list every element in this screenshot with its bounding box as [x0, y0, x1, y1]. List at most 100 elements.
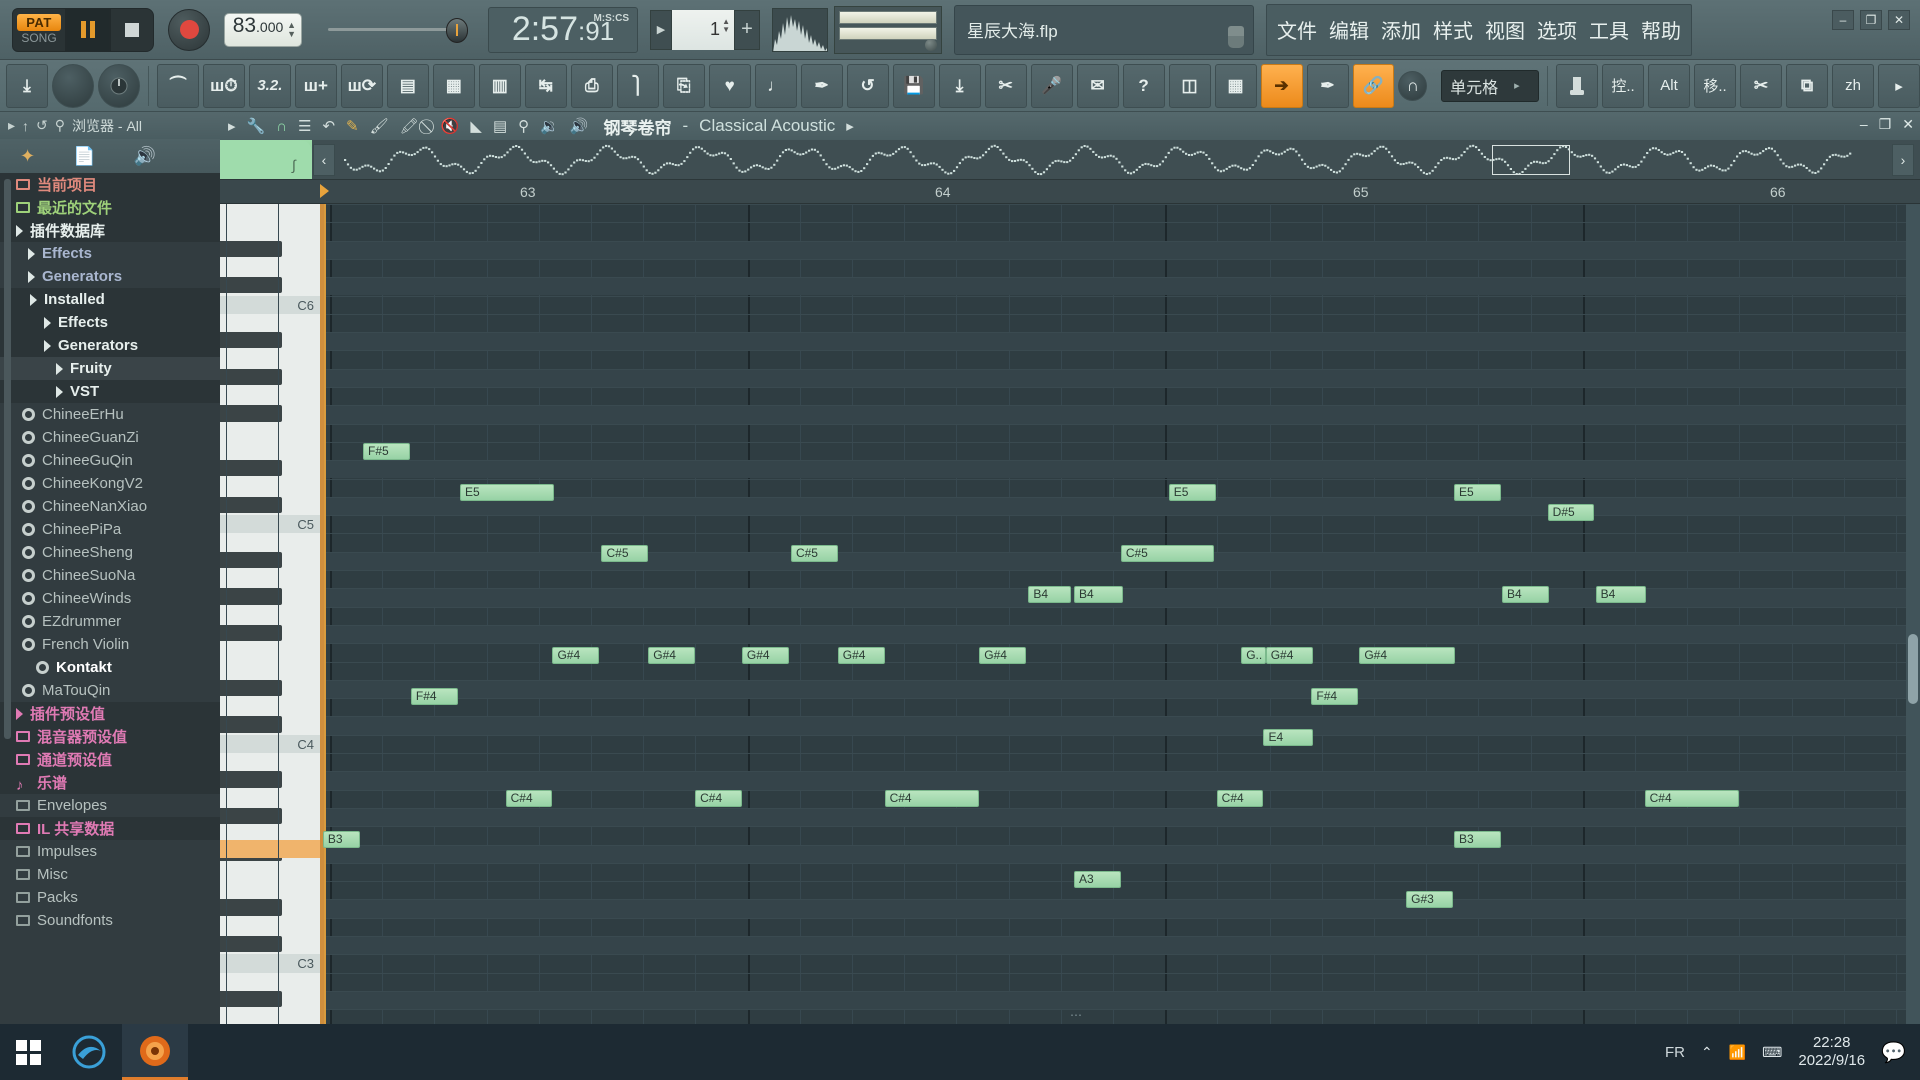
piano-roll-note[interactable]: E5: [1168, 483, 1216, 501]
browser-item-chineesuona[interactable]: ChineeSuoNa: [0, 564, 220, 587]
play-pause-button[interactable]: [66, 7, 110, 52]
magnet-icon[interactable]: ∩: [1398, 70, 1428, 101]
zoom-icon[interactable]: ⚲: [518, 117, 529, 135]
piano-roll-note[interactable]: C#4: [505, 789, 553, 808]
export-icon[interactable]: ⤓: [938, 63, 981, 108]
taskbar-app-flstudio[interactable]: [122, 1024, 188, 1080]
piano-key[interactable]: [220, 277, 320, 295]
stop-button[interactable]: [110, 7, 154, 52]
browser-item-generators[interactable]: Generators: [0, 334, 220, 357]
playlist-icon[interactable]: ▤: [386, 63, 429, 108]
piano-key-black[interactable]: [220, 771, 282, 788]
pattern-add-button[interactable]: +: [734, 9, 760, 50]
piano-key[interactable]: C3: [220, 954, 320, 973]
piano-roll-note[interactable]: F#4: [410, 687, 458, 706]
maximize-button[interactable]: ❐: [1860, 10, 1882, 30]
select-icon[interactable]: ▤: [493, 117, 507, 135]
piano-key[interactable]: [220, 588, 320, 606]
menu-item-edit[interactable]: 编辑: [1329, 15, 1369, 44]
piano-key[interactable]: [220, 240, 320, 259]
pencil-icon[interactable]: ✒: [800, 63, 843, 108]
plugin-picker-icon[interactable]: ⎫: [616, 63, 659, 108]
piano-roll-note[interactable]: G#4: [979, 646, 1027, 665]
piano-key[interactable]: [220, 899, 320, 917]
browser-item-chineesheng[interactable]: ChineeSheng: [0, 541, 220, 564]
slice-icon[interactable]: ◣: [470, 117, 482, 135]
piano-roll-note[interactable]: B3: [322, 831, 360, 849]
piano-key-black[interactable]: [220, 588, 282, 605]
piano-key[interactable]: [220, 551, 320, 570]
piano-key[interactable]: [220, 350, 320, 368]
piano-key[interactable]: [220, 1009, 320, 1024]
piano-roll-note[interactable]: G#4: [837, 646, 885, 665]
note-grid[interactable]: F#5 E5 E5 E5 D#5 C#5 C#5 C#5 B4 B4 B4 B4 G#4 G#4 G#4 G#…: [225, 204, 1920, 1024]
window-layout-icon[interactable]: ◫: [1168, 63, 1211, 108]
wrench-icon[interactable]: 🔧: [247, 117, 266, 135]
resize-handle[interactable]: ⋯: [1070, 1008, 1084, 1022]
browser-item-soundfonts[interactable]: Soundfonts: [0, 909, 220, 932]
piano-roll-note[interactable]: G..: [1241, 646, 1266, 665]
meter-knob-icon[interactable]: [925, 38, 937, 51]
move-button[interactable]: 移..: [1694, 63, 1737, 108]
tempo-tap-icon[interactable]: ♩: [754, 63, 797, 108]
piano-key[interactable]: [220, 698, 320, 716]
menu-item-add[interactable]: 添加: [1381, 15, 1421, 44]
playhead-marker-icon[interactable]: [320, 184, 329, 198]
mixer-icon[interactable]: ↹: [524, 63, 567, 108]
keyboard-icon[interactable]: ⌨: [1762, 1044, 1782, 1061]
browser-item-effects[interactable]: Effects: [0, 242, 220, 265]
browser-item-generators[interactable]: Generators: [0, 265, 220, 288]
pattern-number-field[interactable]: 1 ▲ ▼: [672, 9, 734, 50]
pattern-menu-arrow[interactable]: ▶: [650, 9, 672, 50]
paint-icon[interactable]: 🖌: [370, 117, 389, 135]
piano-key[interactable]: [220, 368, 320, 387]
piano-key[interactable]: [220, 570, 320, 588]
piano-roll-title-caret-icon[interactable]: ▸: [846, 117, 854, 135]
menu-item-file[interactable]: 文件: [1277, 15, 1317, 44]
piano-key[interactable]: [220, 405, 320, 423]
cut-icon[interactable]: ✂: [984, 63, 1027, 108]
piano-roll-note[interactable]: C#5: [1120, 544, 1215, 562]
piano-key-black[interactable]: [220, 368, 282, 385]
language-button[interactable]: zh: [1832, 63, 1874, 108]
piano-roll-note[interactable]: G#4: [552, 646, 600, 665]
browser-item-fruity[interactable]: Fruity: [0, 357, 220, 380]
piano-roll-note[interactable]: E5: [459, 483, 554, 501]
piano-roll-ruler[interactable]: 63 64 65 66: [220, 180, 1920, 204]
browser-item-ezdrummer[interactable]: EZdrummer: [0, 610, 220, 633]
piano-roll-note[interactable]: C#4: [695, 789, 742, 808]
overview-scroll-left-button[interactable]: ‹: [313, 144, 335, 176]
piano-key[interactable]: [220, 479, 320, 497]
browser-search-icon[interactable]: ⚲: [55, 117, 65, 134]
browser-scrollbar[interactable]: [4, 179, 11, 739]
piano-key-black[interactable]: [220, 936, 282, 953]
taskbar-clock[interactable]: 22:28 2022/9/16: [1798, 1034, 1865, 1070]
paint-add-icon[interactable]: 🖍: [400, 117, 419, 135]
mixer-view-icon[interactable]: ▦: [1214, 63, 1257, 108]
browser-item-il-共享数据[interactable]: IL 共享数据: [0, 817, 220, 840]
piano-roll-note[interactable]: G#4: [1359, 646, 1456, 665]
piano-roll-note[interactable]: C#4: [884, 789, 980, 808]
browser-speaker-icon[interactable]: 🔊: [134, 146, 156, 167]
browser-item-插件预设值[interactable]: 插件预设值: [0, 702, 220, 725]
undo-icon[interactable]: ↶: [322, 117, 335, 135]
browser-caret-icon[interactable]: ▸: [8, 117, 15, 134]
step-edit-icon[interactable]: ш+: [294, 63, 337, 108]
piano-roll-note[interactable]: D#5: [1547, 503, 1595, 521]
overview-viewport-selection[interactable]: [1492, 145, 1570, 175]
piano-key[interactable]: [220, 679, 320, 698]
piano-roll-note[interactable]: G#3: [1406, 890, 1453, 909]
undo-icon[interactable]: ↺: [846, 63, 889, 108]
piano-key[interactable]: [220, 496, 320, 515]
snap-selector[interactable]: 单元格 ▸: [1441, 69, 1540, 102]
browser-item-misc[interactable]: Misc: [0, 863, 220, 886]
browser-item-乐谱[interactable]: ♪ 乐谱: [0, 771, 220, 794]
piano-roll-icon[interactable]: ▥: [478, 63, 521, 108]
piano-key[interactable]: [220, 460, 320, 478]
piano-roll-note[interactable]: C#4: [1216, 789, 1264, 808]
slider-knob[interactable]: [446, 17, 468, 43]
piano-roll-note[interactable]: B4: [1028, 585, 1071, 604]
piano-key[interactable]: C5: [220, 515, 320, 534]
project-title-field[interactable]: 星辰大海.flp: [954, 4, 1254, 55]
browser-item-chineeguanzi[interactable]: ChineeGuanZi: [0, 426, 220, 449]
